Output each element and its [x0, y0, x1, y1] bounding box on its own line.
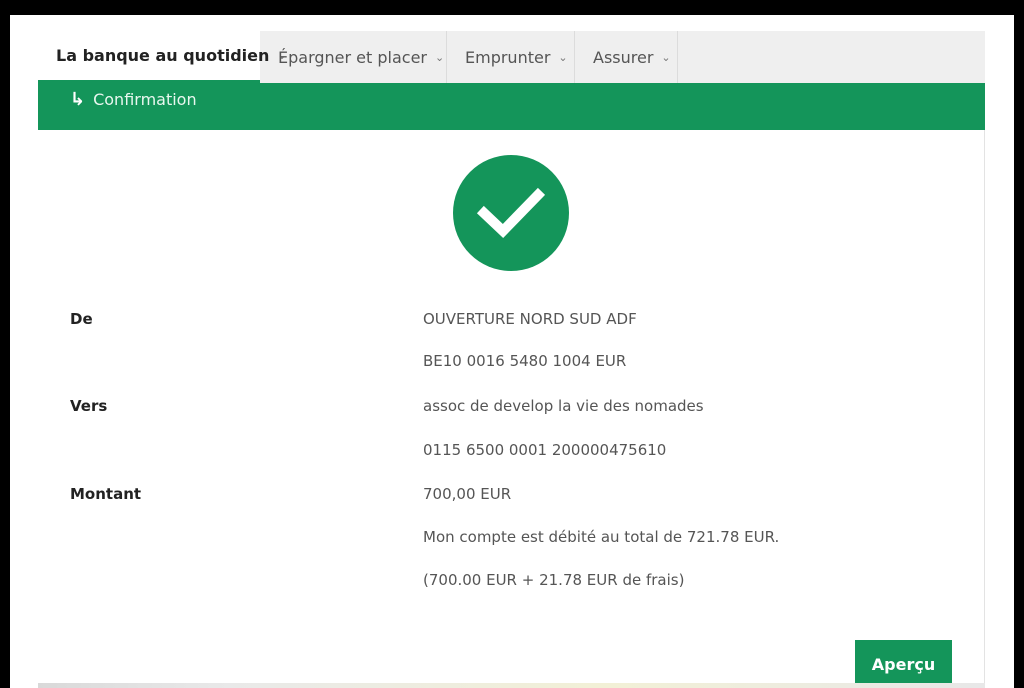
step-banner: ↳ Confirmation [38, 83, 985, 130]
to-account-number: 0115 6500 0001 200000475610 [423, 441, 667, 459]
chevron-down-icon: ⌄ [558, 50, 568, 64]
window-frame-left [0, 0, 10, 688]
tab-label: Épargner et placer [278, 47, 427, 67]
chevron-down-icon: ⌄ [435, 50, 445, 64]
top-navigation: La banque au quotidien ⌄ Épargner et pla… [38, 31, 985, 83]
bottom-divider [38, 683, 985, 688]
to-label: Vers [70, 397, 108, 415]
tab-epargner-et-placer[interactable]: Épargner et placer ⌄ [260, 31, 447, 83]
from-label: De [70, 310, 93, 328]
success-badge [453, 155, 569, 271]
preview-button[interactable]: Aperçu [855, 640, 952, 688]
amount-label: Montant [70, 485, 142, 503]
from-account-name: OUVERTURE NORD SUD ADF [423, 310, 637, 328]
tab-assurer[interactable]: Assurer ⌄ [575, 31, 678, 83]
breadcrumb: ↳ Confirmation [70, 89, 197, 110]
tab-label: Assurer [593, 47, 654, 67]
window-frame-top [0, 0, 1024, 15]
breadcrumb-label: Confirmation [93, 90, 197, 109]
tab-label: Emprunter [465, 47, 551, 67]
from-account-number: BE10 0016 5480 1004 EUR [423, 352, 627, 370]
tab-la-banque-au-quotidien[interactable]: La banque au quotidien ⌄ [38, 31, 287, 83]
chevron-down-icon: ⌄ [661, 50, 671, 64]
tab-emprunter[interactable]: Emprunter ⌄ [447, 31, 575, 83]
checkmark-icon [476, 187, 546, 239]
total-debit-note: Mon compte est débité au total de 721.78… [423, 528, 780, 546]
fee-breakdown-note: (700.00 EUR + 21.78 EUR de frais) [423, 571, 685, 589]
tab-label: La banque au quotidien [56, 46, 270, 65]
main-panel: La banque au quotidien ⌄ Épargner et pla… [38, 31, 985, 688]
window-frame-right [1014, 0, 1024, 688]
amount-value: 700,00 EUR [423, 485, 512, 503]
arrow-turn-right-icon: ↳ [70, 89, 86, 110]
to-beneficiary-name: assoc de develop la vie des nomades [423, 397, 704, 415]
